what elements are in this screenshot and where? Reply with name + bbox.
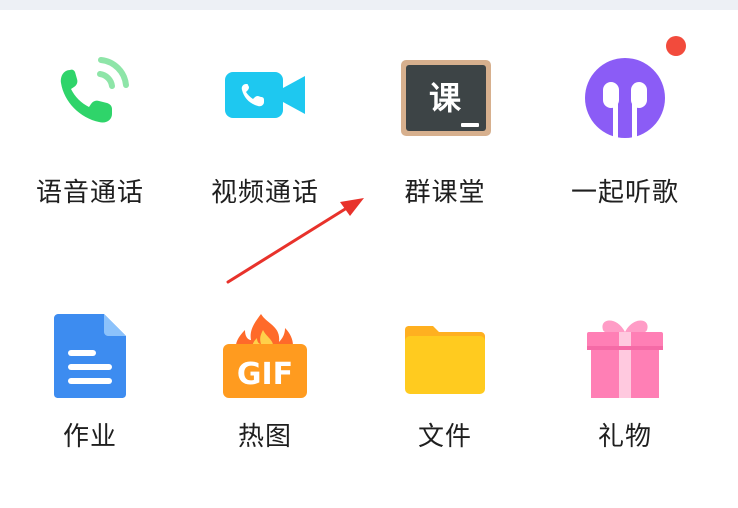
phone-call-icon (44, 48, 136, 140)
video-call-label: 视频通话 (210, 178, 319, 208)
group-class-item[interactable]: 课 群课堂 (355, 30, 535, 210)
voice-call-label: 语音通话 (35, 178, 144, 208)
feature-panel: 语音通话 视频通话 课 群课堂 一起听歌 作业 GIF 热图 文件 礼物 (0, 10, 738, 508)
homework-label: 作业 (62, 422, 117, 452)
document-icon (44, 310, 136, 402)
group-class-label: 群课堂 (404, 178, 486, 208)
gif-fire-icon: GIF (219, 310, 311, 402)
listen-together-label: 一起听歌 (570, 178, 679, 208)
hot-gif-label: 热图 (237, 422, 292, 452)
gift-icon (579, 310, 671, 402)
file-label: 文件 (417, 422, 472, 452)
homework-item[interactable]: 作业 (0, 292, 180, 472)
gift-item[interactable]: 礼物 (535, 292, 715, 472)
top-divider-bar (0, 0, 738, 10)
listen-together-item[interactable]: 一起听歌 (535, 30, 715, 210)
hot-gif-item[interactable]: GIF 热图 (175, 292, 355, 472)
new-badge (666, 36, 686, 56)
file-item[interactable]: 文件 (355, 292, 535, 472)
folder-icon (399, 310, 491, 402)
video-call-item[interactable]: 视频通话 (175, 30, 355, 210)
voice-call-item[interactable]: 语音通话 (0, 30, 180, 210)
blackboard-text: 课 (429, 79, 462, 117)
gift-label: 礼物 (597, 422, 652, 452)
blackboard-class-icon: 课 (399, 48, 491, 140)
gif-text: GIF (237, 357, 293, 392)
video-call-icon (219, 48, 311, 140)
earphones-icon (579, 48, 671, 140)
